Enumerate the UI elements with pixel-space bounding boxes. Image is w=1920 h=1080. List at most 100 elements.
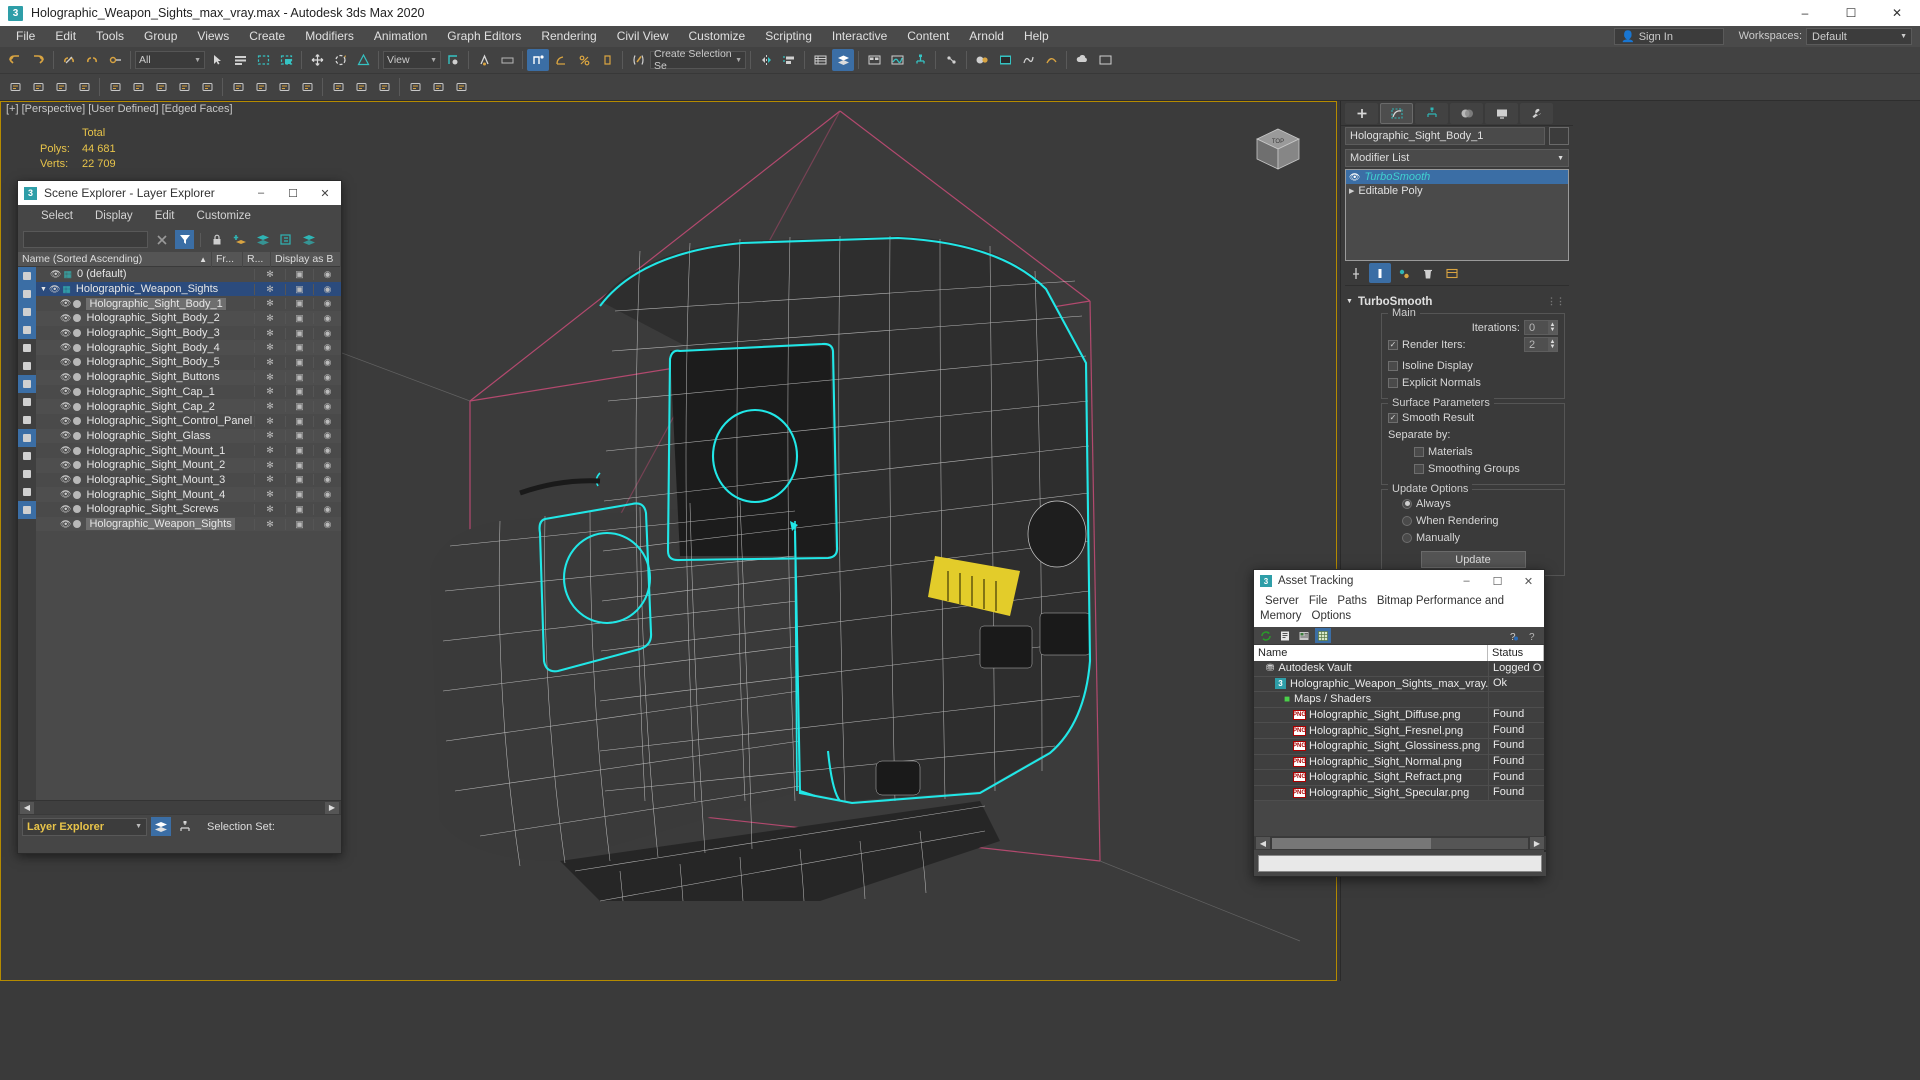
view-cube-icon[interactable]: TOP xyxy=(1247,123,1309,181)
frozen-cell[interactable]: ✻ xyxy=(254,518,285,530)
render-in-cloud-icon[interactable] xyxy=(1071,49,1093,71)
frozen-cell[interactable]: ✻ xyxy=(254,489,285,501)
modifier-stack-item[interactable]: ▶ Editable Poly xyxy=(1346,184,1568,198)
display-cell[interactable]: ◉ xyxy=(313,298,341,310)
asset-tracking-horizontal-scrollbar[interactable]: ◀ ▶ xyxy=(1254,836,1546,850)
lights-filter-icon[interactable] xyxy=(18,303,36,321)
display-cell[interactable]: ◉ xyxy=(313,268,341,280)
layer-row[interactable]: 👁 Holographic_Sight_Body_2 ✻ ▣ ◉ xyxy=(36,311,341,326)
display-tab-icon[interactable] xyxy=(1485,102,1518,124)
spinner-snap-icon[interactable] xyxy=(596,49,618,71)
frozen-cell[interactable]: ✻ xyxy=(254,401,285,413)
spacing-icon[interactable] xyxy=(173,76,195,98)
visibility-eye-icon[interactable]: 👁 xyxy=(60,504,71,515)
window-crossing-icon[interactable] xyxy=(275,49,297,71)
paint-select-icon[interactable] xyxy=(50,76,72,98)
configure-modifier-sets-icon[interactable] xyxy=(1441,263,1463,283)
display-cell[interactable]: ◉ xyxy=(313,327,341,339)
object-name-field[interactable]: Holographic_Sight_Body_1 xyxy=(1345,127,1545,145)
menu-item-content[interactable]: Content xyxy=(897,26,959,47)
render-cell[interactable]: ▣ xyxy=(285,356,313,368)
frozen-cell[interactable]: ✻ xyxy=(254,503,285,515)
update-option-row[interactable]: Manually xyxy=(1388,529,1558,546)
scene-explorer-toggle-icon[interactable] xyxy=(809,49,831,71)
unlink-icon[interactable] xyxy=(81,49,103,71)
scene-explorer-mode-icon[interactable] xyxy=(175,817,195,836)
modifier-expander-icon[interactable]: ▶ xyxy=(1349,187,1354,195)
update-option-radio[interactable] xyxy=(1402,515,1412,526)
layer-hierarchy-icon[interactable] xyxy=(276,230,295,249)
workspace-combo[interactable]: Default ▼ xyxy=(1806,28,1912,45)
scene-explorer-minimize-button[interactable]: – xyxy=(245,181,277,205)
display-cell[interactable]: ◉ xyxy=(313,312,341,324)
rollout-drag-handle[interactable]: ⋮⋮ xyxy=(1547,296,1565,307)
align-view-icon[interactable] xyxy=(350,76,372,98)
layer-row[interactable]: 👁 Holographic_Sight_Screws ✻ ▣ ◉ xyxy=(36,502,341,517)
display-cell[interactable]: ◉ xyxy=(313,356,341,368)
layer-row[interactable]: 👁 Holographic_Sight_Body_5 ✻ ▣ ◉ xyxy=(36,355,341,370)
asset-scroll-right-icon[interactable]: ▶ xyxy=(1530,837,1544,849)
all-filter-icon[interactable] xyxy=(18,429,36,447)
update-option-radio[interactable] xyxy=(1402,498,1412,509)
menu-item-animation[interactable]: Animation xyxy=(364,26,437,47)
align-icon[interactable] xyxy=(127,76,149,98)
scene-explorer-horizontal-scrollbar[interactable]: ◀ ▶ xyxy=(18,800,341,814)
render-cell[interactable]: ▣ xyxy=(285,298,313,310)
layer-row[interactable]: 👁 Holographic_Sight_Cap_1 ✻ ▣ ◉ xyxy=(36,385,341,400)
create-tab-icon[interactable] xyxy=(1345,102,1378,124)
groups-filter-icon[interactable] xyxy=(18,393,36,411)
display-cell[interactable]: ◉ xyxy=(313,430,341,442)
minimize-button[interactable]: – xyxy=(1782,0,1828,26)
render-cell[interactable]: ▣ xyxy=(285,386,313,398)
asset-row[interactable]: PNG Holographic_Sight_Diffuse.png Found xyxy=(1254,707,1544,724)
help-vault-icon[interactable]: ? xyxy=(1505,628,1521,643)
modifier-stack[interactable]: 👁 TurboSmooth ▶ Editable Poly xyxy=(1345,169,1569,261)
menu-item-group[interactable]: Group xyxy=(134,26,187,47)
select-highlighted-layer-icon[interactable] xyxy=(253,230,272,249)
update-option-row[interactable]: Always xyxy=(1388,495,1558,512)
window-crossing-icon[interactable] xyxy=(27,76,49,98)
reference-coordinate-combo[interactable]: View ▼ xyxy=(383,51,441,69)
menu-item-arnold[interactable]: Arnold xyxy=(959,26,1014,47)
asset-menu-paths[interactable]: Paths xyxy=(1332,595,1371,607)
grid-view-icon[interactable] xyxy=(1315,628,1331,643)
list-view-icon[interactable] xyxy=(1277,628,1293,643)
frozen-cell[interactable]: ✻ xyxy=(254,459,285,471)
render-iters-checkbox[interactable]: ✓ xyxy=(1388,339,1398,350)
scene-explorer-menu-customize[interactable]: Customize xyxy=(186,210,262,222)
asset-row[interactable]: 3 Holographic_Weapon_Sights_max_vray.max O… xyxy=(1254,676,1544,693)
select-link-icon[interactable] xyxy=(58,49,80,71)
quick-align-icon[interactable] xyxy=(150,76,172,98)
visibility-eye-icon[interactable]: 👁 xyxy=(60,416,71,427)
visibility-eye-icon[interactable]: 👁 xyxy=(60,401,71,412)
xrefs-filter-icon[interactable] xyxy=(18,411,36,429)
bones-filter-icon[interactable] xyxy=(18,375,36,393)
frozen-cell[interactable]: ✻ xyxy=(254,298,285,310)
motion-tab-icon[interactable] xyxy=(1450,102,1483,124)
menu-item-help[interactable]: Help xyxy=(1014,26,1059,47)
update-option-radio[interactable] xyxy=(1402,532,1412,543)
frozen-cell[interactable]: ✻ xyxy=(254,283,285,295)
select-object-icon[interactable] xyxy=(206,49,228,71)
close-button[interactable]: ✕ xyxy=(1874,0,1920,26)
search-input[interactable] xyxy=(23,231,148,248)
project-folder-icon[interactable] xyxy=(940,49,962,71)
layer-row[interactable]: 👁 Holographic_Sight_Body_3 ✻ ▣ ◉ xyxy=(36,326,341,341)
open-ui-icon[interactable] xyxy=(427,76,449,98)
layer-row[interactable]: 👁 Holographic_Sight_Glass ✻ ▣ ◉ xyxy=(36,428,341,444)
update-option-row[interactable]: When Rendering xyxy=(1388,512,1558,529)
visibility-eye-icon[interactable]: 👁 xyxy=(60,342,71,353)
layer-row[interactable]: 👁 Holographic_Sight_Body_1 ✻ ▣ ◉ xyxy=(36,296,341,311)
menu-item-create[interactable]: Create xyxy=(239,26,295,47)
utilities-tab-icon[interactable] xyxy=(1520,102,1553,124)
layer-row[interactable]: 👁 Holographic_Weapon_Sights ✻ ▣ ◉ xyxy=(36,516,341,532)
mirror-icon[interactable] xyxy=(104,76,126,98)
scene-explorer-menu-select[interactable]: Select xyxy=(30,210,84,222)
render-setup-icon[interactable] xyxy=(994,49,1016,71)
visibility-eye-icon[interactable]: 👁 xyxy=(60,474,71,485)
frozen-cell[interactable]: ✻ xyxy=(254,430,285,442)
frozen-cell[interactable]: ✻ xyxy=(254,474,285,486)
named-selection-sets-icon[interactable] xyxy=(627,49,649,71)
render-cell[interactable]: ▣ xyxy=(285,283,313,295)
select-and-manipulate-icon[interactable] xyxy=(473,49,495,71)
